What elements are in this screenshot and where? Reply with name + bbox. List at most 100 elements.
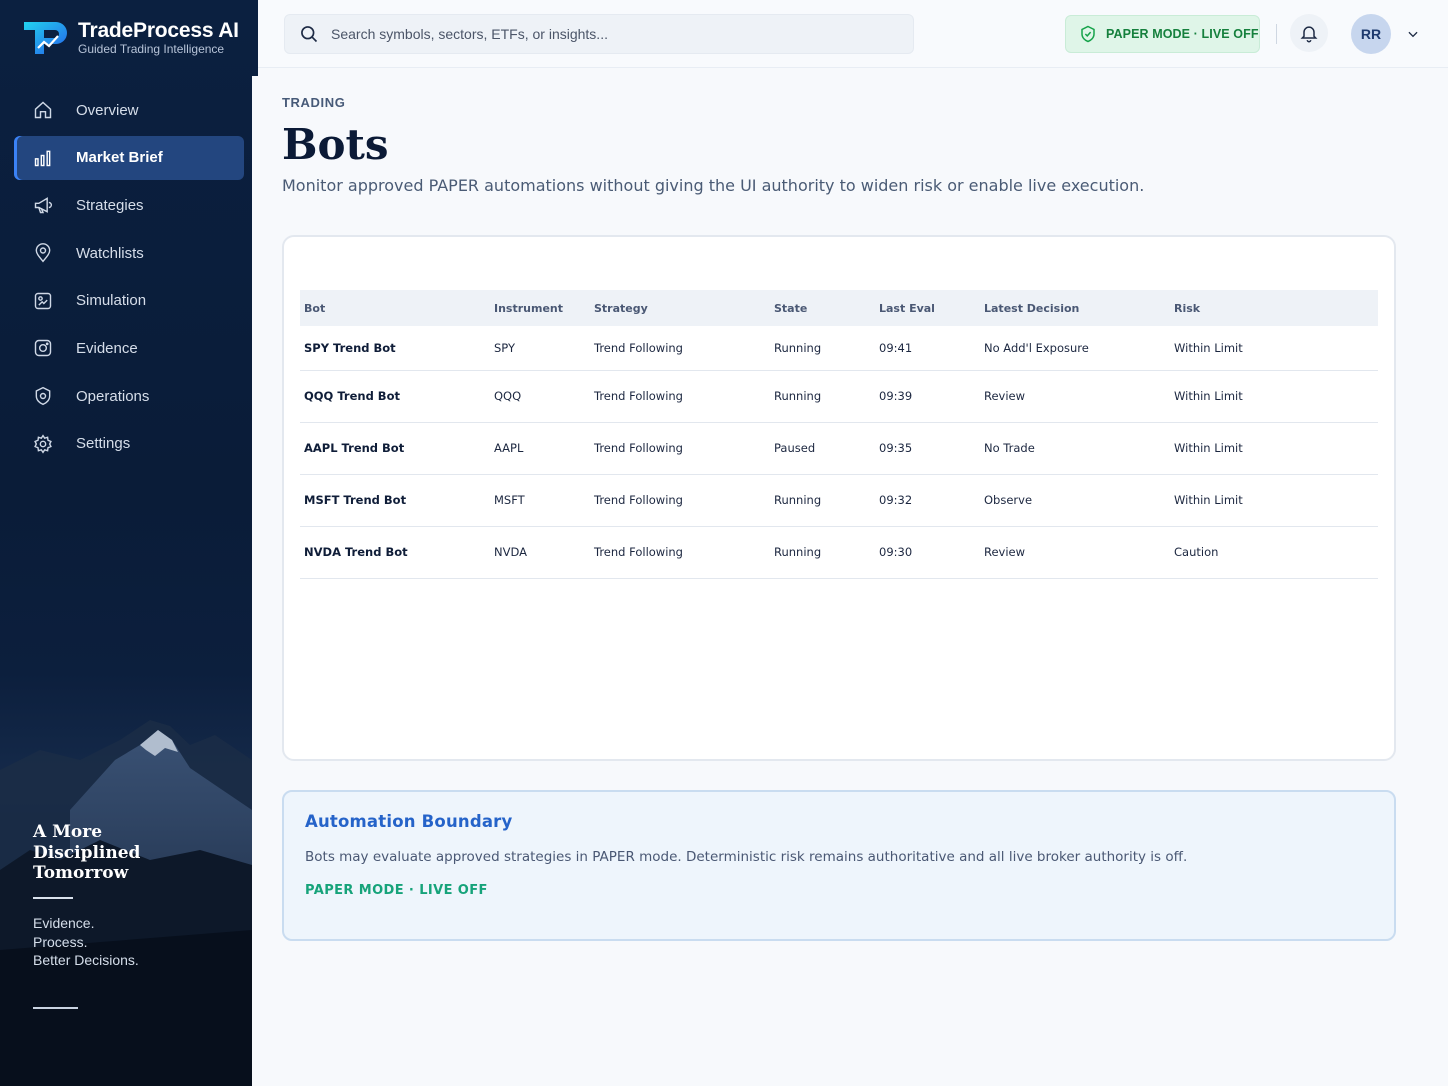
gear-icon [32, 433, 54, 455]
brand-title: TradeProcess AI [78, 19, 239, 42]
search-bar[interactable] [284, 14, 914, 54]
boundary-mode: PAPER MODE · LIVE OFF [305, 883, 488, 898]
table-cell: Running [774, 340, 822, 355]
sidebar-item-label: Settings [76, 435, 131, 453]
sidebar-item-operations[interactable]: Operations [14, 374, 244, 418]
account-menu-button[interactable] [1403, 24, 1423, 44]
sidebar-item-settings[interactable]: Settings [14, 422, 244, 466]
column-header[interactable]: Last Eval [875, 290, 980, 326]
table-body: SPY Trend Bot SPY Trend Following Running 09… [300, 326, 1378, 578]
column-header[interactable]: Instrument [490, 290, 590, 326]
table-cell: AAPL Trend Bot [304, 441, 405, 455]
avatar[interactable]: RR [1351, 14, 1391, 54]
bar-chart-icon [32, 147, 54, 169]
table-cell: 09:30 [879, 545, 913, 559]
table-cell: 09:41 [879, 340, 913, 355]
sidebar-item-label: Simulation [76, 292, 147, 310]
column-header[interactable]: Strategy [590, 290, 770, 326]
table-cell: AAPL [494, 441, 524, 455]
boundary-title: Automation Boundary [305, 812, 513, 831]
table-cell: QQQ [494, 389, 522, 403]
table-cell: QQQ Trend Bot [304, 389, 400, 403]
tagline-divider [33, 1007, 78, 1009]
table-row[interactable]: AAPL Trend Bot AAPL Trend Following Paused 0… [300, 422, 1378, 474]
sidebar: TradeProcess AI Guided Trading Intellige… [0, 0, 252, 1086]
simulation-icon [32, 290, 54, 312]
table-cell: MSFT [494, 493, 525, 507]
table-cell: Trend Following [594, 441, 683, 455]
megaphone-icon [32, 194, 54, 216]
table-cell: Trend Following [594, 389, 683, 403]
sidebar-item-label: Overview [76, 101, 139, 119]
shield-check-icon [1081, 25, 1095, 43]
camera-icon [32, 337, 54, 359]
sidebar-item-strategies[interactable]: Strategies [14, 183, 244, 227]
table-cell: SPY [494, 340, 516, 355]
table-cell: Within Limit [1174, 340, 1243, 355]
brand-logo[interactable]: TradeProcess AI Guided Trading Intellige… [22, 18, 239, 58]
search-icon [301, 26, 318, 43]
table-row[interactable]: QQQ Trend Bot QQQ Trend Following Running 09… [300, 370, 1378, 422]
table-cell: Within Limit [1174, 441, 1243, 455]
table-cell: Running [774, 389, 822, 403]
table-cell: MSFT Trend Bot [304, 493, 407, 507]
sidebar-item-label: Strategies [76, 196, 144, 214]
sidebar-item-label: Operations [76, 387, 150, 405]
sidebar-item-market-brief[interactable]: Market Brief [14, 135, 244, 180]
page-subtitle: Monitor approved PAPER automations witho… [282, 176, 1145, 195]
mode-badge-label: PAPER MODE · LIVE OFF [1106, 27, 1259, 41]
table-cell: NVDA Trend Bot [304, 545, 408, 559]
mode-badge[interactable]: PAPER MODE · LIVE OFF [1065, 15, 1260, 53]
column-header[interactable]: Latest Decision [980, 290, 1170, 326]
table-cell: SPY Trend Bot [304, 340, 396, 355]
table-cell: Review [984, 545, 1026, 559]
table-cell: Paused [774, 441, 816, 455]
logo-icon [24, 22, 67, 54]
table-cell: 09:39 [879, 389, 913, 403]
table-cell: 09:35 [879, 441, 913, 455]
column-header[interactable]: State [770, 290, 875, 326]
sidebar-item-simulation[interactable]: Simulation [14, 279, 244, 323]
table-cell: Review [984, 389, 1026, 403]
bots-table: Bot Instrument Strategy State Last Eval Lates… [300, 290, 1378, 579]
home-icon [32, 99, 54, 121]
table-row[interactable]: NVDA Trend Bot NVDA Trend Following Running… [300, 526, 1378, 578]
automation-boundary-card: Automation Boundary Bots may evaluate ap… [282, 790, 1396, 941]
table-header-row: Bot Instrument Strategy State Last Eval Lates… [300, 290, 1378, 326]
sidebar-item-watchlists[interactable]: Watchlists [14, 231, 244, 275]
chevron-down-icon [1408, 31, 1418, 38]
shield-icon [32, 385, 54, 407]
topbar-divider [1276, 24, 1277, 44]
table-cell: No Trade [984, 441, 1035, 455]
topbar: PAPER MODE · LIVE OFF RR [258, 0, 1448, 68]
tagline-line: Process. [33, 933, 88, 950]
table-cell: Trend Following [594, 493, 683, 507]
table-cell: Running [774, 493, 822, 507]
table-row[interactable]: SPY Trend Bot SPY Trend Following Running 09… [300, 326, 1378, 370]
bell-icon [1300, 26, 1318, 43]
table-cell: Within Limit [1174, 493, 1243, 507]
page-title: Bots [282, 120, 389, 169]
column-header[interactable]: Bot [300, 290, 490, 326]
brand-subtitle: Guided Trading Intelligence [78, 42, 225, 56]
sidebar-item-label: Evidence [76, 339, 138, 357]
sidebar-tagline-sub: Evidence. Process. Better Decisions. [33, 914, 139, 970]
table-row[interactable]: MSFT Trend Bot MSFT Trend Following Running… [300, 474, 1378, 526]
table-cell: 09:32 [879, 493, 913, 507]
bots-table-card: Bot Instrument Strategy State Last Eval Lates… [282, 235, 1396, 761]
location-pin-icon [32, 242, 54, 264]
sidebar-item-overview[interactable]: Overview [14, 88, 244, 132]
table-cell: No Add'l Exposure [984, 340, 1089, 355]
mountain-illustration [0, 720, 252, 1086]
column-header[interactable]: Risk [1170, 290, 1378, 326]
search-input[interactable] [331, 26, 891, 42]
tagline-line: Better Decisions. [33, 952, 139, 968]
table-cell: Trend Following [594, 545, 683, 559]
page-eyebrow: TRADING [282, 95, 346, 110]
sidebar-nav: Overview Market Brief Strategies Watchli… [14, 88, 244, 470]
sidebar-tagline: A More Disciplined Tomorrow [33, 822, 141, 883]
boundary-text: Bots may evaluate approved strategies in… [305, 849, 1188, 865]
sidebar-item-evidence[interactable]: Evidence [14, 326, 244, 370]
table-cell: Trend Following [594, 340, 683, 355]
notifications-button[interactable] [1290, 14, 1328, 52]
